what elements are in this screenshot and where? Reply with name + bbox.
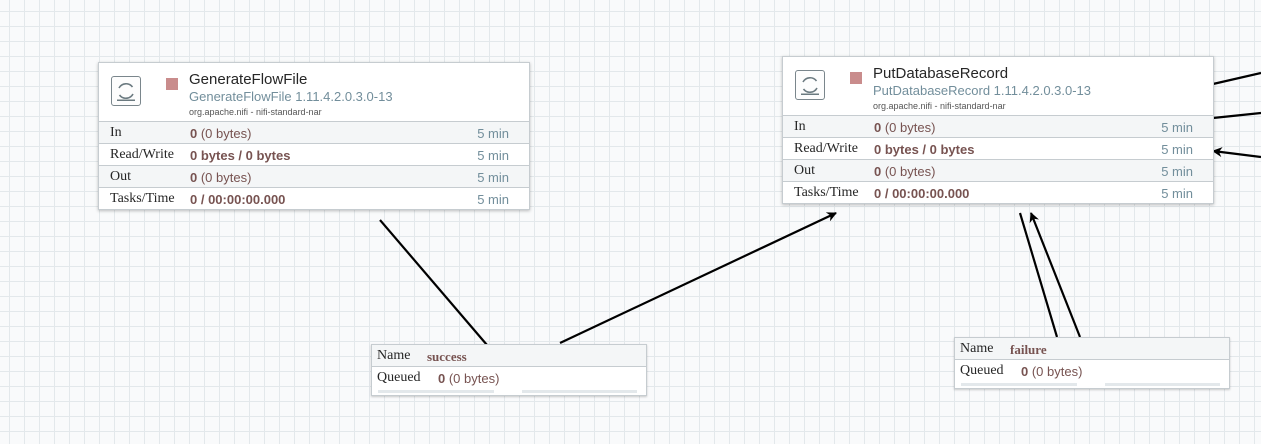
stat-label: In [110,125,122,140]
processor-generateflowfile[interactable]: GenerateFlowFile GenerateFlowFile 1.11.4… [98,62,530,210]
stat-row-in: In 0 (0 bytes) 5 min [99,121,529,143]
stopped-icon [166,78,178,90]
connection-queued-value: 0 (0 bytes) [1021,364,1083,379]
processor-type: PutDatabaseRecord 1.11.4.2.0.3.0-13 [873,83,1092,98]
connection-queued-key: Queued [377,370,421,385]
connection-queued-key: Queued [960,363,1004,378]
connection-name: failure [1010,342,1047,357]
stat-value: 0 bytes / 0 bytes [874,142,975,157]
stat-value: 0 (0 bytes) [190,126,252,141]
queue-progress-bar-count [961,383,1077,386]
queue-progress-bar-size [522,390,637,393]
stat-time: 5 min [477,126,509,141]
stat-time: 5 min [1161,186,1193,201]
connection-name-key: Name [960,341,994,356]
queue-progress-bar-count [378,390,494,393]
stat-time: 5 min [477,170,509,185]
stat-value: 0 bytes / 0 bytes [190,148,291,163]
processor-putdatabaserecord[interactable]: PutDatabaseRecord PutDatabaseRecord 1.11… [782,56,1214,204]
stat-label: Tasks/Time [110,191,175,206]
stat-label: Read/Write [110,147,174,162]
processor-header: GenerateFlowFile GenerateFlowFile 1.11.4… [99,63,529,121]
stopped-icon [850,72,862,84]
connection-line-offscreen-2[interactable] [1212,111,1261,120]
processor-name: GenerateFlowFile [189,71,308,88]
stat-label: Out [110,169,131,184]
connection-queued-value: 0 (0 bytes) [438,371,500,386]
processor-icon [795,70,825,100]
stat-time: 5 min [1161,164,1193,179]
connection-line-success-dest[interactable] [559,212,837,344]
stat-row-tasks-time: Tasks/Time 0 / 00:00:00.000 5 min [99,187,529,209]
stat-row-read-write: Read/Write 0 bytes / 0 bytes 5 min [99,143,529,165]
stat-label: Out [794,163,815,178]
connection-label-failure[interactable]: Name failure Queued 0 (0 bytes) [954,337,1230,389]
stat-label: In [794,119,806,134]
processor-icon [111,76,141,106]
stat-time: 5 min [477,148,509,163]
connection-line-success-source[interactable] [379,219,488,346]
connection-line-offscreen-3[interactable] [1212,147,1261,159]
stat-time: 5 min [1161,120,1193,135]
stat-value: 0 / 00:00:00.000 [874,186,970,201]
stat-value: 0 (0 bytes) [874,164,936,179]
connection-label-success[interactable]: Name success Queued 0 (0 bytes) [371,344,647,396]
stat-value: 0 (0 bytes) [190,170,252,185]
flow-canvas[interactable]: GenerateFlowFile GenerateFlowFile 1.11.4… [0,0,1261,444]
stat-value: 0 (0 bytes) [874,120,936,135]
queue-progress-bar-size [1105,383,1220,386]
processor-name: PutDatabaseRecord [873,65,1009,82]
stat-row-out: Out 0 (0 bytes) 5 min [99,165,529,187]
stat-value: 0 / 00:00:00.000 [190,192,286,207]
processor-bundle: org.apache.nifi - nifi-standard-nar [189,107,322,117]
stat-label: Read/Write [794,141,858,156]
stat-row-in: In 0 (0 bytes) 5 min [783,115,1213,137]
connection-name-row: Name failure [955,338,1229,360]
stat-row-out: Out 0 (0 bytes) 5 min [783,159,1213,181]
stat-row-tasks-time: Tasks/Time 0 / 00:00:00.000 5 min [783,181,1213,203]
processor-bundle: org.apache.nifi - nifi-standard-nar [873,101,1006,111]
connection-name-row: Name success [372,345,646,367]
processor-header: PutDatabaseRecord PutDatabaseRecord 1.11… [783,57,1213,115]
connection-name: success [427,349,467,364]
stat-time: 5 min [1161,142,1193,157]
connection-name-key: Name [377,348,411,363]
processor-type: GenerateFlowFile 1.11.4.2.0.3.0-13 [189,89,393,104]
connection-queued-row: Queued 0 (0 bytes) [372,367,646,393]
connection-line-offscreen-1[interactable] [1212,71,1261,86]
stat-label: Tasks/Time [794,185,859,200]
stat-row-read-write: Read/Write 0 bytes / 0 bytes 5 min [783,137,1213,159]
stat-time: 5 min [477,192,509,207]
connection-queued-row: Queued 0 (0 bytes) [955,360,1229,386]
